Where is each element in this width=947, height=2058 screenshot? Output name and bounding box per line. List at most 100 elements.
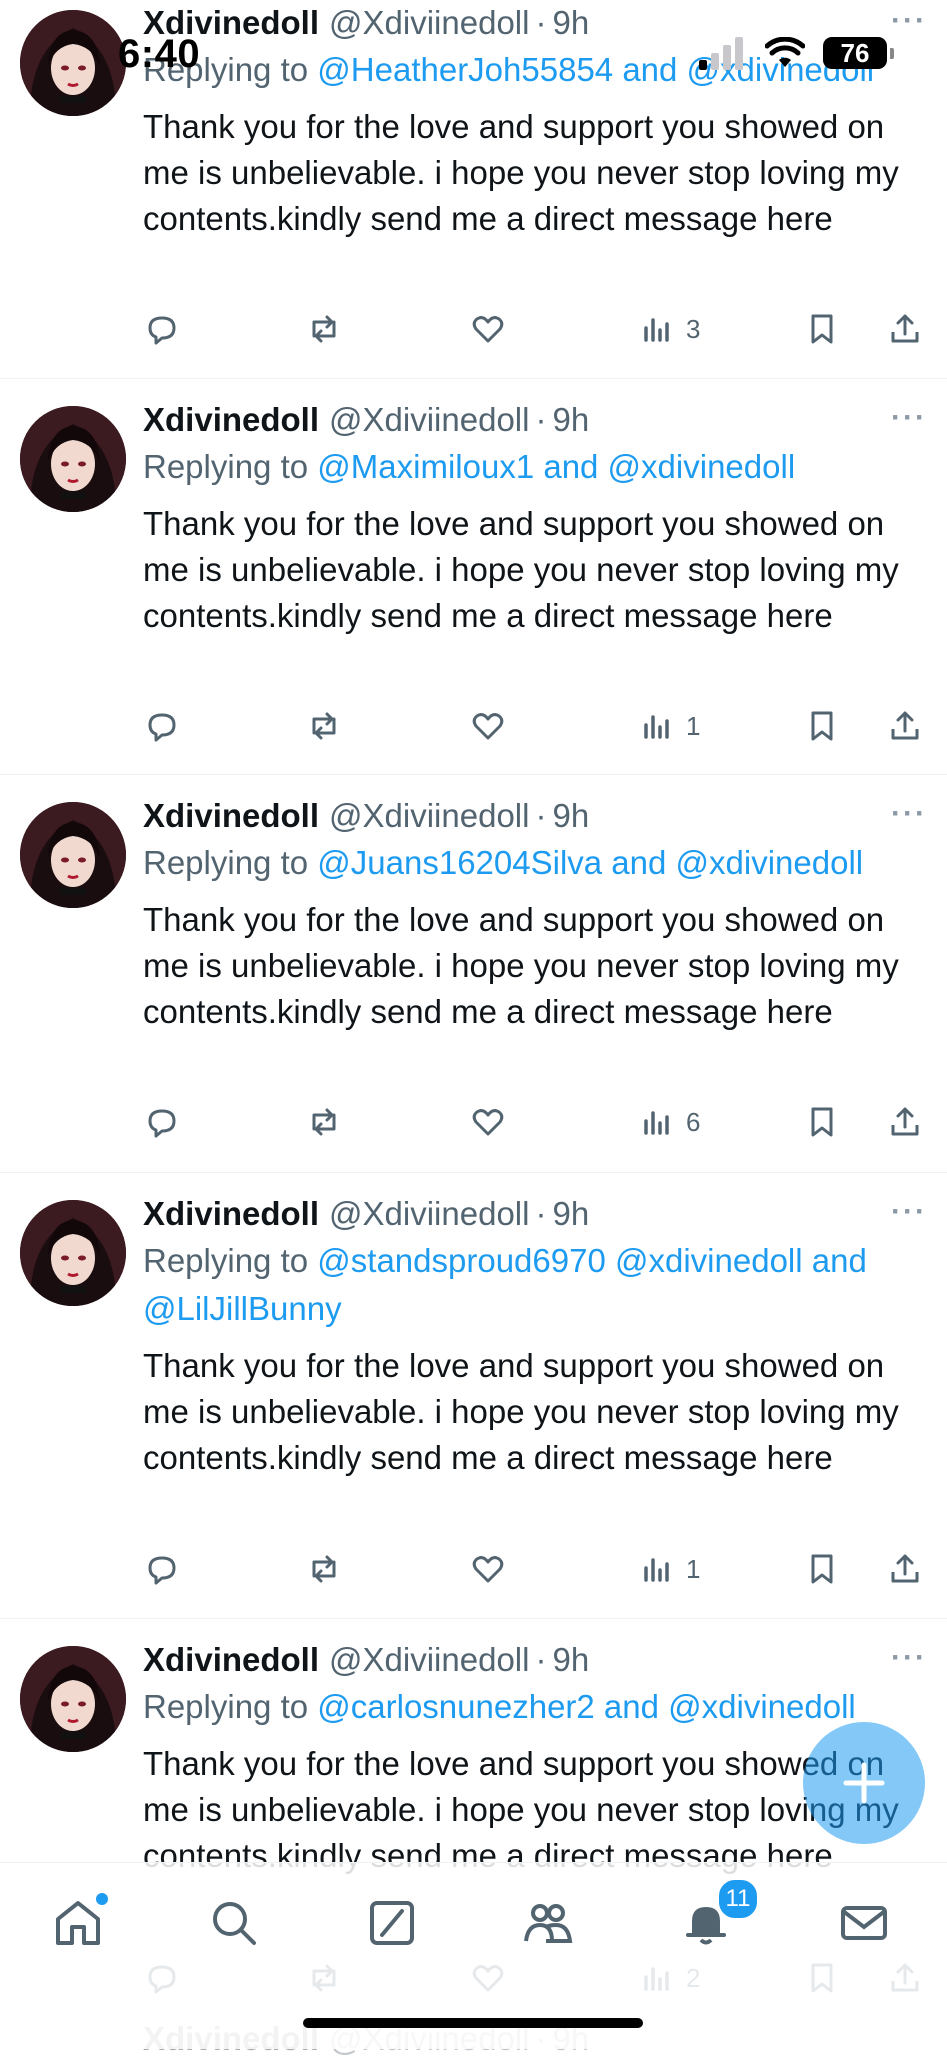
display-name[interactable]: Xdivinedoll (143, 1641, 319, 1679)
views-button[interactable]: 3 (638, 310, 700, 348)
communities-icon (524, 1904, 573, 1943)
reply-button[interactable] (143, 1103, 181, 1141)
home-indicator (303, 2018, 643, 2028)
views-icon (644, 318, 669, 342)
nav-notifications[interactable]: 11 (676, 1877, 760, 1953)
like-button[interactable] (469, 310, 507, 348)
share-button[interactable] (886, 1550, 924, 1588)
retweet-icon (312, 1555, 336, 1583)
nav-communities[interactable] (518, 1893, 578, 1953)
views-count: 1 (686, 1553, 701, 1584)
more-options-icon[interactable]: ··· (891, 1195, 927, 1229)
separator-dot: · (535, 797, 547, 834)
reply-mentions[interactable]: @Maximiloux1 and @xdivinedoll (317, 448, 795, 485)
user-handle[interactable]: @Xdiviinedoll (329, 401, 529, 439)
replying-to-label: Replying to (143, 1688, 309, 1725)
reply-mentions[interactable]: @carlosnunezher2 and @xdivinedoll (317, 1688, 855, 1725)
tweet-header: Xdivinedoll @Xdiviinedoll · 9h (143, 1641, 927, 1679)
like-button[interactable] (469, 1550, 507, 1588)
tweet[interactable]: Xdivinedoll @Xdiviinedoll · 9h ··· Reply… (0, 0, 947, 379)
replying-to: Replying to @standsproud6970 @xdivinedol… (143, 1237, 927, 1333)
more-options-icon[interactable]: ··· (891, 4, 927, 38)
home-icon (56, 1901, 100, 1945)
bookmark-button[interactable] (803, 310, 841, 348)
display-name[interactable]: Xdivinedoll (143, 4, 319, 42)
new-posts-dot (96, 1893, 108, 1905)
tweet-header: Xdivinedoll @Xdiviinedoll · 9h (143, 1195, 927, 1233)
more-options-icon[interactable]: ··· (891, 797, 927, 831)
replying-to: Replying to @HeatherJoh55854 and @xdivin… (143, 46, 927, 94)
avatar[interactable] (20, 1646, 126, 1752)
avatar[interactable] (20, 802, 126, 908)
views-button[interactable]: 6 (638, 1103, 700, 1141)
tweet-text: Thank you for the love and support you s… (143, 108, 899, 237)
share-icon (891, 1554, 919, 1583)
avatar[interactable] (20, 1200, 126, 1306)
nav-grok[interactable] (362, 1893, 422, 1953)
display-name[interactable]: Xdivinedoll (143, 1195, 319, 1233)
tweet[interactable]: Xdivinedoll @Xdiviinedoll · 9h ··· Reply… (0, 379, 947, 775)
retweet-button[interactable] (305, 1550, 343, 1588)
bookmark-button[interactable] (803, 1103, 841, 1141)
reply-button[interactable] (143, 707, 181, 745)
display-name[interactable]: Xdivinedoll (143, 401, 319, 439)
replying-to-label: Replying to (143, 51, 309, 88)
retweet-button[interactable] (305, 1103, 343, 1141)
user-handle[interactable]: @Xdiviinedoll (329, 797, 529, 835)
heart-icon (472, 316, 504, 343)
more-options-icon[interactable]: ··· (891, 401, 927, 435)
reply-button[interactable] (143, 1550, 181, 1588)
user-handle[interactable]: @Xdiviinedoll (329, 1195, 529, 1233)
tweet-text: Thank you for the love and support you s… (143, 1347, 899, 1476)
avatar[interactable] (20, 406, 126, 512)
reply-button[interactable] (143, 310, 181, 348)
tweet-text: Thank you for the love and support you s… (143, 505, 899, 634)
plus-icon (843, 1762, 885, 1804)
tweet-time[interactable]: 9h (552, 401, 589, 439)
views-icon (644, 1558, 669, 1582)
compose-button[interactable] (803, 1722, 925, 1844)
reply-mentions[interactable]: @HeatherJoh55854 and @xdivinedoll (317, 51, 874, 88)
heart-icon (472, 713, 504, 740)
views-button[interactable]: 1 (638, 707, 700, 745)
tweet-time[interactable]: 9h (552, 1195, 589, 1233)
retweet-icon (312, 712, 336, 740)
separator-dot: · (535, 401, 547, 438)
like-button[interactable] (469, 707, 507, 745)
avatar[interactable] (20, 10, 126, 116)
like-button[interactable] (469, 1103, 507, 1141)
bookmark-icon (811, 1554, 833, 1584)
tweet-actions: 3 (143, 307, 927, 351)
retweet-button[interactable] (305, 310, 343, 348)
nav-search[interactable] (204, 1893, 264, 1953)
share-button[interactable] (886, 310, 924, 348)
retweet-icon (312, 1108, 336, 1136)
tweet-time[interactable]: 9h (552, 797, 589, 835)
retweet-button[interactable] (305, 707, 343, 745)
tweet-header: Xdivinedoll @Xdiviinedoll · 9h (143, 401, 927, 439)
views-button[interactable]: 1 (638, 1550, 700, 1588)
tweet-actions: 1 (143, 704, 927, 748)
nav-messages[interactable] (834, 1893, 894, 1953)
reply-icon (148, 1556, 176, 1585)
separator-dot: · (535, 4, 547, 41)
user-handle[interactable]: @Xdiviinedoll (329, 1641, 529, 1679)
user-handle[interactable]: @Xdiviinedoll (329, 4, 529, 42)
tweet-feed[interactable]: Xdivinedoll @Xdiviinedoll · 9h ··· Reply… (0, 0, 947, 2020)
tweet[interactable]: Xdivinedoll @Xdiviinedoll · 9h ··· Reply… (0, 775, 947, 1173)
share-button[interactable] (886, 1103, 924, 1141)
tweet-header: Xdivinedoll @Xdiviinedoll · 9h (143, 4, 927, 42)
nav-home[interactable] (48, 1893, 108, 1953)
share-button[interactable] (886, 707, 924, 745)
tweet-time[interactable]: 9h (552, 4, 589, 42)
tweet-time[interactable]: 9h (552, 1641, 589, 1679)
notifications-badge: 11 (716, 1877, 760, 1921)
bookmark-button[interactable] (803, 1550, 841, 1588)
reply-mentions[interactable]: @Juans16204Silva and @xdivinedoll (317, 844, 863, 881)
separator-dot: · (535, 1641, 547, 1678)
retweet-icon (312, 315, 336, 343)
bookmark-button[interactable] (803, 707, 841, 745)
display-name[interactable]: Xdivinedoll (143, 797, 319, 835)
tweet[interactable]: Xdivinedoll @Xdiviinedoll · 9h ··· Reply… (0, 1173, 947, 1619)
more-options-icon[interactable]: ··· (891, 1641, 927, 1675)
